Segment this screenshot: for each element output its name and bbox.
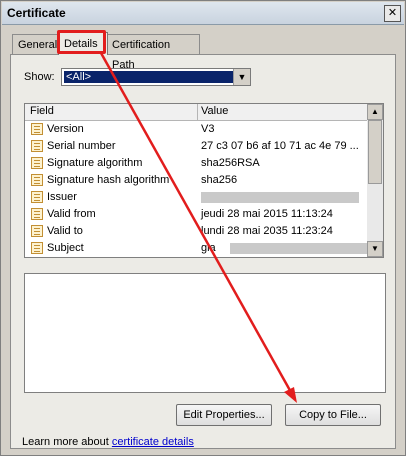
field-value: lundi 28 mai 2035 11:23:24 xyxy=(201,225,333,237)
field-name: Version xyxy=(47,123,84,135)
scroll-down-arrow-icon[interactable]: ▼ xyxy=(367,241,383,257)
field-value: sha256RSA xyxy=(201,157,260,169)
window-title: Certificate xyxy=(7,6,66,20)
table-row[interactable]: Signature algorithm sha256RSA xyxy=(25,155,369,172)
field-value: V3 xyxy=(201,123,215,135)
field-value: gia xyxy=(201,242,216,254)
table-row[interactable]: Valid from jeudi 28 mai 2015 11:13:24 xyxy=(25,206,369,223)
table-row[interactable]: Version V3 xyxy=(25,121,369,138)
tab-general[interactable]: General xyxy=(12,34,60,54)
field-value: jeudi 28 mai 2015 11:13:24 xyxy=(201,208,333,220)
field-details-box[interactable] xyxy=(24,273,386,393)
certificate-field-icon xyxy=(31,140,43,152)
field-name: Valid to xyxy=(47,225,83,237)
field-name: Issuer xyxy=(47,191,77,203)
field-name: Serial number xyxy=(47,140,116,152)
column-header-value[interactable]: Value xyxy=(201,105,228,117)
learn-more-text: Learn more about certificate details xyxy=(22,436,194,448)
chevron-down-icon[interactable]: ▼ xyxy=(233,69,250,85)
field-name: Subject xyxy=(47,242,84,254)
list-header: Field Value xyxy=(25,104,369,121)
show-label: Show: xyxy=(24,71,55,83)
certificate-field-icon xyxy=(31,191,43,203)
field-value: sha256 xyxy=(201,174,238,186)
table-row[interactable]: Issuer xyxy=(25,189,369,206)
learn-more-prefix: Learn more about xyxy=(22,436,112,448)
table-row[interactable]: Signature hash algorithm sha256 xyxy=(25,172,369,189)
details-tab-highlight xyxy=(57,30,106,54)
edit-properties-button[interactable]: Edit Properties... xyxy=(176,404,272,426)
column-divider[interactable] xyxy=(197,104,198,120)
table-row[interactable]: Serial number 27 c3 07 b6 af 10 71 ac 4e… xyxy=(25,138,369,155)
field-name: Signature hash algorithm xyxy=(47,174,170,186)
scroll-up-arrow-icon[interactable]: ▲ xyxy=(367,104,383,120)
close-button[interactable]: ✕ xyxy=(384,5,401,22)
certificate-field-icon xyxy=(31,123,43,135)
title-bar: Certificate ✕ xyxy=(2,2,404,25)
certificate-field-icon xyxy=(31,174,43,186)
table-row[interactable]: Subject gia xyxy=(25,240,382,257)
scrollbar-thumb[interactable] xyxy=(368,120,382,184)
field-value: 27 c3 07 b6 af 10 71 ac 4e 79 ... xyxy=(201,140,359,152)
show-dropdown-value: <All> xyxy=(64,71,236,83)
certificate-field-icon xyxy=(31,242,43,254)
redacted-value xyxy=(201,192,359,203)
redacted-value xyxy=(230,243,382,254)
table-row[interactable]: Valid to lundi 28 mai 2035 11:23:24 xyxy=(25,223,369,240)
tab-certification-path[interactable]: Certification Path xyxy=(106,34,200,71)
certificate-details-link[interactable]: certificate details xyxy=(112,436,194,448)
show-dropdown[interactable]: <All> ▼ xyxy=(61,68,251,86)
field-name: Signature algorithm xyxy=(47,157,143,169)
column-header-field[interactable]: Field xyxy=(30,105,54,117)
field-name: Valid from xyxy=(47,208,96,220)
certificate-field-icon xyxy=(31,157,43,169)
vertical-scrollbar[interactable]: ▲ ▼ xyxy=(367,104,383,257)
copy-to-file-button[interactable]: Copy to File... xyxy=(285,404,381,426)
certificate-field-icon xyxy=(31,225,43,237)
certificate-field-icon xyxy=(31,208,43,220)
certificate-fields-list[interactable]: Field Value Version V3 Serial number 27 … xyxy=(24,103,384,258)
